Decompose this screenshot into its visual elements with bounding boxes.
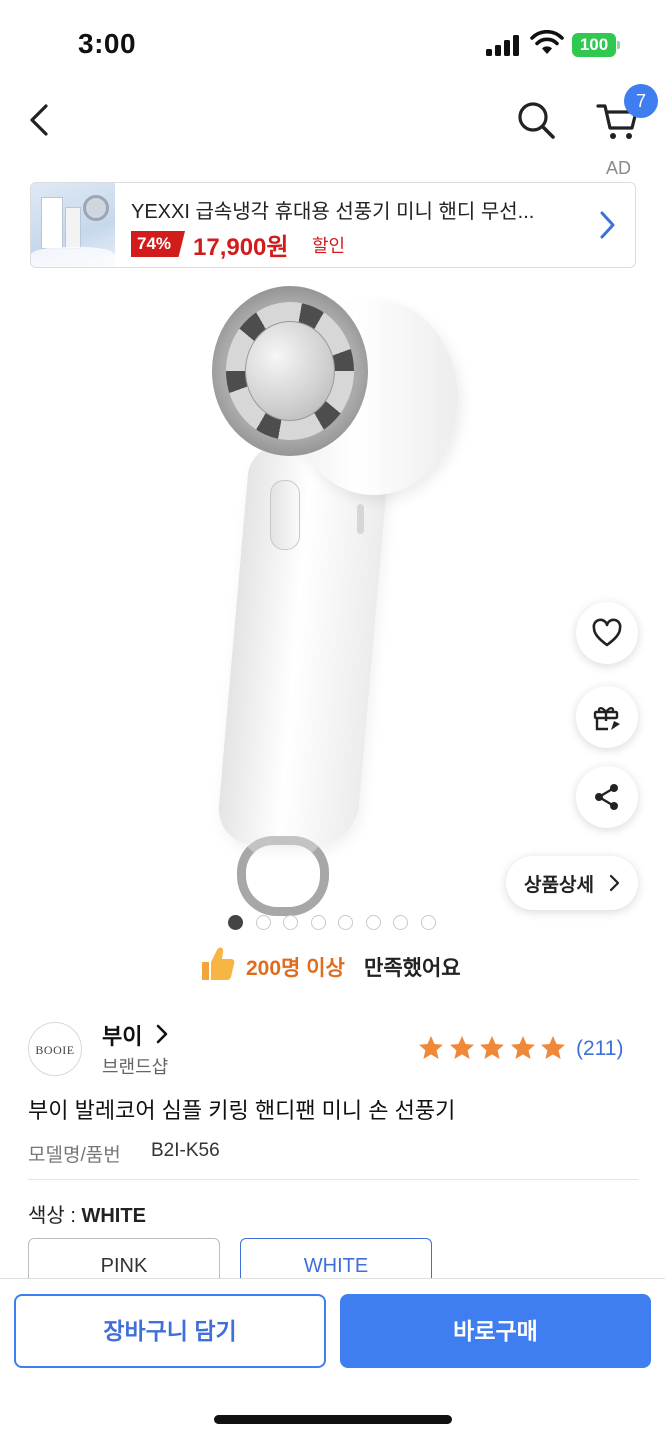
- chevron-right-icon[interactable]: [155, 1024, 169, 1044]
- ad-sale-label: 할인: [312, 236, 346, 256]
- gift-button[interactable]: [576, 686, 638, 748]
- wifi-icon: [530, 30, 564, 54]
- thumbs-up-icon: [202, 947, 235, 980]
- pagination-dot[interactable]: [338, 915, 353, 930]
- rating-stars[interactable]: [417, 1034, 571, 1064]
- wishlist-button[interactable]: [576, 602, 638, 664]
- brand-logo[interactable]: BOOIE: [28, 1022, 82, 1076]
- chevron-right-icon: [609, 874, 620, 892]
- cart-count-badge: 7: [624, 84, 658, 118]
- gift-icon: [593, 707, 620, 731]
- product-detail-label: 상품상세: [524, 875, 594, 896]
- search-icon[interactable]: [514, 98, 558, 142]
- brand-name[interactable]: 부이: [102, 1019, 142, 1051]
- home-indicator: [214, 1415, 452, 1424]
- brand-type: 브랜드샵: [102, 1057, 169, 1077]
- star-icon: [419, 1036, 443, 1059]
- pagination-dot[interactable]: [283, 915, 298, 930]
- status-time: 3:00: [78, 28, 137, 59]
- ad-product-thumbnail: [31, 183, 115, 267]
- ad-title: YEXXI 급속냉각 휴대용 선풍기 미니 핸디 무선...: [131, 201, 535, 223]
- pagination-dot[interactable]: [365, 915, 381, 930]
- ad-label: AD: [606, 158, 632, 178]
- battery-icon: 100: [572, 33, 620, 57]
- star-icon: [510, 1036, 535, 1059]
- ad-discount-badge: 74%: [131, 231, 186, 257]
- ad-price: 17,900원: [193, 234, 289, 261]
- pagination-dot[interactable]: [228, 915, 243, 930]
- buy-now-button[interactable]: 바로구매: [340, 1294, 651, 1368]
- chevron-right-icon: [600, 211, 615, 239]
- back-icon[interactable]: [24, 98, 58, 142]
- review-count[interactable]: (211): [576, 1037, 623, 1061]
- model-value: B2I-K56: [151, 1140, 220, 1161]
- pagination-dot[interactable]: [310, 915, 326, 930]
- status-bar: 3:00 100: [0, 0, 665, 90]
- star-icon: [480, 1036, 504, 1059]
- cellular-signal-icon: [486, 34, 520, 56]
- star-icon: [541, 1036, 565, 1059]
- pagination-dot[interactable]: [420, 915, 436, 930]
- satisfaction-count: 200명 이상: [246, 957, 345, 980]
- product-detail-button[interactable]: 상품상세: [506, 856, 638, 910]
- ad-banner[interactable]: YEXXI 급속냉각 휴대용 선풍기 미니 핸디 무선... 74% 17,90…: [30, 182, 636, 268]
- color-option-label: 색상 : WHITE: [28, 1205, 146, 1227]
- model-label: 모델명/품번: [28, 1145, 121, 1166]
- heart-icon: [592, 618, 622, 647]
- share-icon: [595, 784, 618, 810]
- divider: [28, 1179, 638, 1180]
- pagination-dot[interactable]: [393, 915, 408, 930]
- pagination-dot[interactable]: [255, 915, 271, 930]
- share-button[interactable]: [576, 766, 638, 828]
- star-icon: [449, 1036, 474, 1059]
- selected-color: WHITE: [81, 1205, 146, 1227]
- product-title: 부이 발레코어 심플 키링 핸디팬 미니 손 선풍기: [28, 1098, 456, 1123]
- satisfaction-banner: 200명 이상 만족했어요: [200, 944, 500, 984]
- add-to-cart-button[interactable]: 장바구니 담기: [14, 1294, 326, 1368]
- satisfaction-text: 만족했어요: [364, 957, 461, 980]
- top-nav: [0, 90, 665, 152]
- battery-level: 100: [572, 33, 616, 57]
